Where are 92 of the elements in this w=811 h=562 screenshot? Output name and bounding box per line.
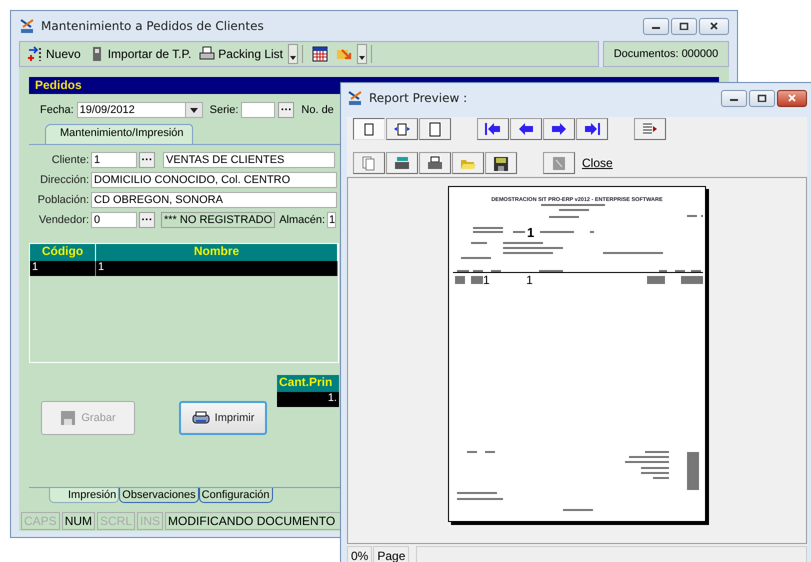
input-field[interactable]: CD OBREGON, SONORA — [91, 192, 337, 208]
status-panel: 0% — [347, 546, 372, 562]
field-label: Dirección: — [39, 174, 89, 186]
toolbar-button[interactable] — [543, 118, 575, 140]
toolbar-button[interactable] — [634, 118, 666, 140]
new-button[interactable]: Nuevo — [24, 46, 84, 62]
document-counter: Documentos: 000000 — [603, 41, 729, 67]
print-button[interactable]: Imprimir — [179, 401, 267, 435]
lookup-button[interactable]: ··· — [278, 102, 294, 118]
lookup-button[interactable]: ··· — [139, 212, 155, 228]
field-label: No. de — [301, 104, 334, 116]
printer-icon — [427, 156, 443, 170]
maximize-icon — [679, 22, 689, 30]
caret-icon — [359, 56, 365, 60]
print-button[interactable]: Packing List — [196, 46, 286, 62]
pages-icon — [361, 156, 377, 170]
dropdown-button[interactable] — [357, 44, 367, 64]
maximize-button[interactable] — [749, 90, 775, 106]
input-field[interactable]: DOMICILIO CONOCIDO, Col. CENTRO — [91, 172, 337, 188]
toolbar-button[interactable] — [510, 118, 542, 140]
lookup-button[interactable]: ··· — [139, 152, 155, 168]
right-arrow-icon — [551, 122, 567, 136]
column-header[interactable]: Nombre — [96, 244, 338, 261]
tab[interactable]: Observaciones — [119, 488, 199, 503]
close-icon — [709, 22, 719, 30]
app-logo-icon — [347, 90, 363, 106]
minimize-button[interactable] — [721, 90, 747, 106]
printer-icon — [394, 156, 410, 170]
printer-icon — [199, 46, 216, 62]
blurred-numbers-drawing — [455, 276, 483, 284]
input-field[interactable]: 1 — [91, 152, 137, 168]
caret-icon — [290, 56, 296, 60]
toolbar-button[interactable] — [576, 118, 608, 140]
dropdown-button[interactable] — [288, 44, 298, 64]
page-icon — [427, 122, 443, 136]
window-title: Report Preview : — [369, 91, 468, 105]
toolbar-button[interactable] — [386, 118, 418, 140]
status-panel: Page — [373, 546, 410, 562]
date-field[interactable]: 19/09/2012 — [76, 102, 203, 118]
field-label: Vendedor: — [38, 214, 89, 226]
close-button[interactable]: Close — [576, 156, 619, 170]
app-logo-icon — [19, 18, 35, 34]
folder-arrow-icon — [336, 46, 352, 62]
last-page-icon — [584, 122, 600, 136]
tab[interactable]: Mantenimiento/Impresión — [45, 124, 193, 144]
input-field[interactable]: 0 — [91, 212, 137, 228]
new-document-icon — [27, 46, 43, 62]
status-panel: NUM — [62, 512, 96, 530]
field-label: Serie: — [210, 104, 238, 116]
toolbar-button[interactable] — [477, 118, 509, 140]
table-cell: 1 — [30, 261, 96, 276]
field-label: Cliente: — [50, 154, 89, 166]
close-button[interactable] — [777, 90, 807, 106]
column-header[interactable]: Cant.Prin — [277, 375, 339, 392]
close-icon — [787, 94, 797, 102]
blurred-text-drawing — [473, 226, 525, 232]
toolbar-button[interactable] — [353, 118, 385, 140]
input-field[interactable]: 1 — [327, 212, 336, 228]
blank-page-icon — [551, 156, 567, 170]
series-field[interactable] — [241, 102, 276, 118]
field-label: Almacén: — [279, 214, 326, 226]
toolbar-button[interactable] — [419, 152, 451, 174]
minimize-button[interactable] — [643, 18, 669, 34]
tab[interactable]: Impresión — [49, 488, 120, 503]
input-field[interactable]: VENTAS DE CLIENTES — [163, 152, 335, 168]
info-label: *** NO REGISTRADO — [161, 212, 276, 228]
toolbar-button[interactable] — [485, 152, 517, 174]
import-button[interactable]: Importar de T.P. — [86, 46, 194, 62]
grid-row[interactable]: 1. — [277, 392, 339, 407]
first-page-icon — [485, 122, 501, 136]
tab[interactable]: Configuración — [198, 488, 273, 503]
printer-icon — [192, 410, 210, 426]
page-lines-icon — [642, 122, 658, 136]
field-label: Población: — [37, 194, 89, 206]
blurred-numbers-drawing — [647, 276, 703, 284]
report-cell-text: 1 — [525, 273, 534, 287]
page-width-icon — [394, 122, 410, 136]
document-number: 1 — [527, 225, 534, 240]
maximize-icon — [757, 94, 767, 102]
toolbar-button[interactable] — [419, 118, 451, 140]
table-cell: 1 — [96, 261, 338, 276]
maximize-button[interactable] — [671, 18, 697, 34]
calendar-icon — [312, 46, 328, 62]
left-arrow-icon — [518, 122, 534, 136]
column-header[interactable]: Código — [30, 244, 96, 261]
close-button[interactable] — [699, 18, 729, 34]
caret-icon — [190, 108, 198, 112]
field-label: Fecha: — [40, 104, 74, 116]
window-title: Mantenimiento a Pedidos de Clientes — [41, 19, 265, 33]
report-cell-text: 1 — [483, 273, 491, 287]
toolbar-button[interactable] — [386, 152, 418, 174]
grid-row[interactable]: 1 1 — [30, 261, 338, 276]
